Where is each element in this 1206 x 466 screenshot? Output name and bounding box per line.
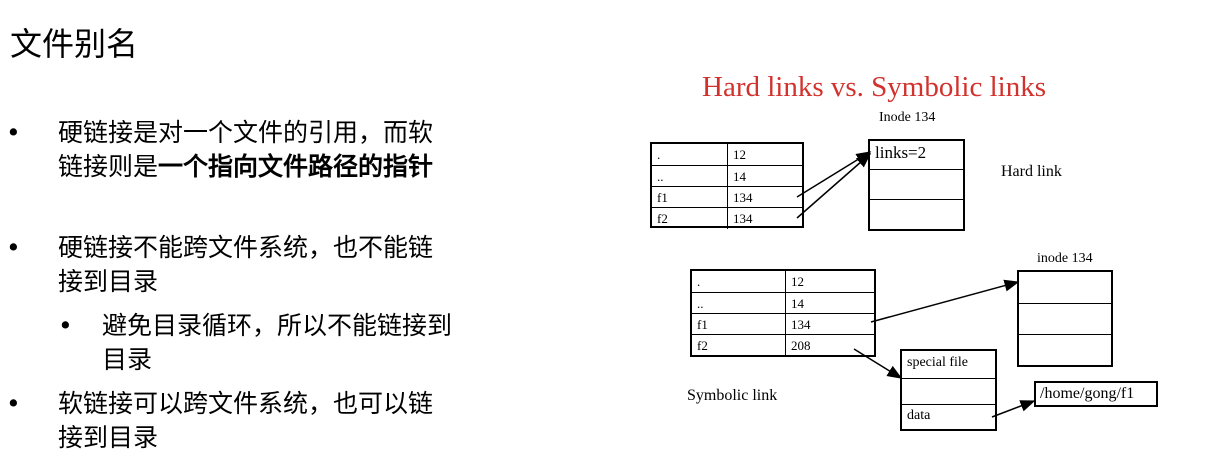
bullet-marker: • xyxy=(6,233,21,262)
arrow-f1-to-hard-inode xyxy=(796,151,872,198)
arrow-layer xyxy=(796,151,1036,418)
bullet-text-line: 链接则是一个指向文件路径的指针 xyxy=(58,150,558,184)
arrow-f2-to-special-file xyxy=(853,348,903,379)
bullet-marker: • xyxy=(6,389,21,418)
bullet-text-line: 接到目录 xyxy=(58,267,159,296)
bullet-text-line: 目录 xyxy=(102,345,153,374)
arrow-data-to-path xyxy=(991,400,1036,418)
bullet-text-line: 软链接可以跨文件系统，也可以链 xyxy=(58,389,434,418)
page-title: 文件别名 xyxy=(10,25,139,63)
bullet-marker: • xyxy=(6,118,21,147)
links-diagram: Hard links vs. Symbolic links Inode 134 … xyxy=(600,60,1200,460)
bullet-text-line: 硬链接是对一个文件的引用，而软 xyxy=(58,118,434,147)
bullet-text-line: 硬链接不能跨文件系统，也不能链 xyxy=(58,233,434,262)
bullet-text-bold: 一个指向文件路径的指针 xyxy=(158,152,434,181)
arrow-f1-to-symbolic-inode xyxy=(870,279,1020,323)
bullet-text-line: 避免目录循环，所以不能链接到 xyxy=(102,311,453,340)
bullet-text-plain: 链接则是 xyxy=(58,152,159,181)
bullet-text-line: 接到目录 xyxy=(58,423,159,452)
bullet-marker: • xyxy=(58,311,73,340)
arrow-f2-to-hard-inode xyxy=(796,153,872,219)
